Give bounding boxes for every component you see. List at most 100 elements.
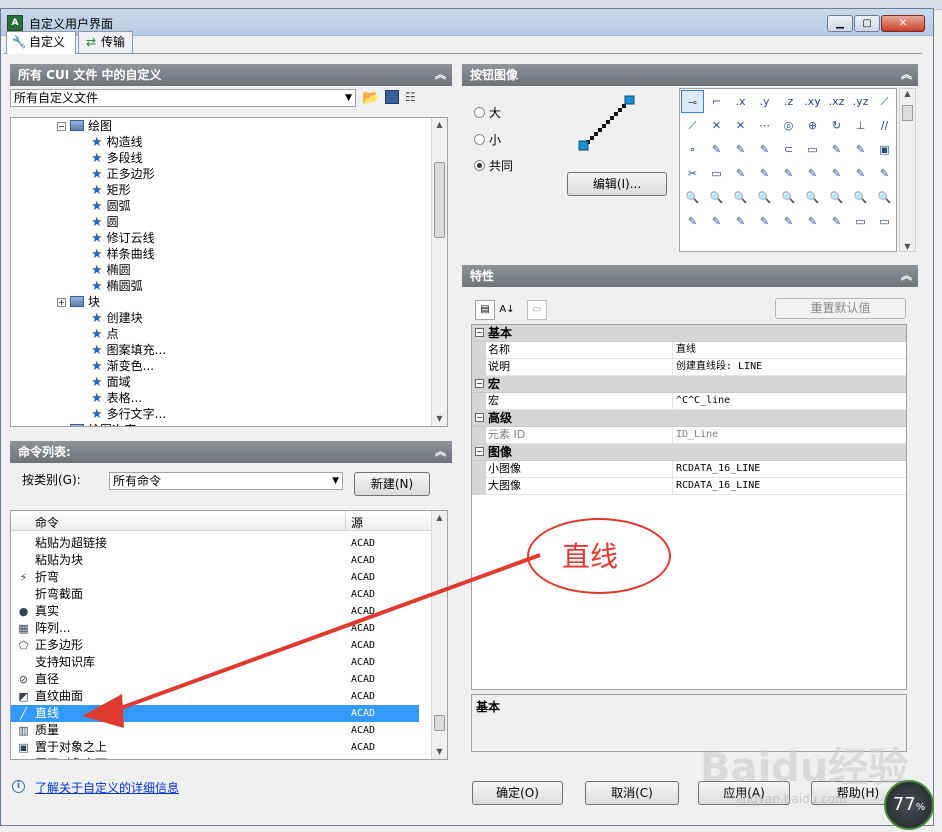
- button-image-cell[interactable]: .y: [753, 90, 776, 113]
- ok-button[interactable]: 确定(O): [472, 781, 563, 805]
- radio-both[interactable]: 共同: [474, 157, 513, 174]
- tree-item[interactable]: ★ 多行文字...: [91, 406, 166, 422]
- tree-item[interactable]: ★ 圆弧: [91, 198, 131, 214]
- tree-scrollbar[interactable]: ▲ ▼: [431, 118, 447, 426]
- categorized-icon[interactable]: ▤: [475, 300, 495, 320]
- button-image-cell[interactable]: ✎: [801, 210, 824, 233]
- tree-item[interactable]: ★ 椭圆弧: [91, 278, 143, 294]
- tree-item[interactable]: ★ 点: [91, 326, 119, 342]
- tree-item[interactable]: ★ 椭圆: [91, 262, 131, 278]
- button-image-cell[interactable]: ✎: [729, 162, 752, 185]
- tree-item[interactable]: − 绘图: [57, 118, 112, 134]
- table-row[interactable]: ▦ 阵列... ACAD: [11, 620, 419, 637]
- new-command-button[interactable]: 新建(N): [354, 472, 430, 496]
- save-icon[interactable]: [385, 90, 399, 104]
- scroll-up-icon[interactable]: ▲: [432, 118, 447, 132]
- property-category[interactable]: − 高级: [472, 410, 906, 427]
- table-row[interactable]: ● 真实 ACAD: [11, 603, 419, 620]
- sort-az-icon[interactable]: A↓: [497, 300, 517, 320]
- property-row[interactable]: 名称 直线: [472, 342, 906, 359]
- property-category[interactable]: − 基本: [472, 325, 906, 342]
- button-image-cell[interactable]: ✂: [681, 162, 704, 185]
- property-row[interactable]: 说明 创建直线段: LINE: [472, 359, 906, 376]
- property-row[interactable]: 元素 ID ID_Line: [472, 427, 906, 444]
- scroll-up-icon[interactable]: ▲: [900, 89, 915, 98]
- open-file-icon[interactable]: 📂: [362, 90, 379, 106]
- table-row[interactable]: ⊘ 直径 ACAD: [11, 671, 419, 688]
- button-image-cell[interactable]: ✎: [825, 162, 848, 185]
- button-image-cell[interactable]: 🔍: [777, 186, 800, 209]
- button-image-cell[interactable]: 🔍: [753, 186, 776, 209]
- scroll-down-icon[interactable]: ▼: [432, 412, 447, 426]
- table-row[interactable]: ◩ 直纹曲面 ACAD: [11, 688, 419, 705]
- collapse-node-icon[interactable]: −: [475, 447, 484, 456]
- table-row[interactable]: ▣置于对象之下ACAD: [11, 756, 419, 759]
- radio-small[interactable]: 小: [474, 131, 501, 148]
- button-image-cell[interactable]: .z: [777, 90, 800, 113]
- cui-panel-header[interactable]: 所有 CUI 文件 中的自定义 ︽: [10, 64, 452, 86]
- property-row[interactable]: 小图像 RCDATA_16_LINE: [472, 461, 906, 478]
- minimize-button[interactable]: ▁: [827, 15, 853, 32]
- scroll-down-icon[interactable]: ▼: [900, 242, 915, 251]
- button-image-cell[interactable]: ∕∕: [873, 114, 896, 137]
- property-category[interactable]: − 图像: [472, 444, 906, 461]
- property-category[interactable]: − 宏: [472, 376, 906, 393]
- radio-dot[interactable]: [474, 134, 485, 145]
- button-image-cell[interactable]: ✎: [849, 162, 872, 185]
- learn-more-link[interactable]: 了解关于自定义的详细信息: [35, 779, 179, 796]
- radio-dot-selected[interactable]: [474, 160, 485, 171]
- button-image-cell[interactable]: 🔍: [705, 186, 728, 209]
- button-image-cell[interactable]: ▣: [873, 138, 896, 161]
- scroll-thumb[interactable]: [434, 162, 445, 238]
- table-row[interactable]: 粘贴为块 ACAD: [11, 552, 419, 569]
- table-row[interactable]: ▥ 质量 ACAD: [11, 722, 419, 739]
- button-image-cell[interactable]: ⊸: [681, 90, 704, 113]
- button-image-cell[interactable]: 🔍: [825, 186, 848, 209]
- collapse-node-icon[interactable]: −: [475, 379, 484, 388]
- edit-button[interactable]: 编辑(I)...: [567, 172, 667, 196]
- tree-item[interactable]: ★ 圆: [91, 214, 119, 230]
- button-image-cell[interactable]: ✎: [753, 210, 776, 233]
- button-grid-scrollbar[interactable]: ▲ ▼: [899, 88, 916, 252]
- radio-dot[interactable]: [474, 107, 485, 118]
- button-image-cell[interactable]: 🔍: [873, 186, 896, 209]
- button-image-cell[interactable]: ✎: [753, 162, 776, 185]
- tree-item[interactable]: ★ 样条曲线: [91, 246, 155, 262]
- button-image-cell[interactable]: 🔍: [681, 186, 704, 209]
- scroll-thumb[interactable]: [434, 715, 445, 731]
- table-row[interactable]: 支持知识库 ACAD: [11, 654, 419, 671]
- tab-transfer[interactable]: ⇄ 传输: [78, 31, 133, 53]
- button-image-cell[interactable]: ✎: [825, 210, 848, 233]
- button-image-cell[interactable]: ◎: [777, 114, 800, 137]
- button-image-cell[interactable]: ✎: [729, 210, 752, 233]
- table-row[interactable]: 粘贴为超链接 ACAD: [11, 535, 419, 552]
- button-image-cell[interactable]: ✎: [873, 162, 896, 185]
- expand-node-icon[interactable]: +: [57, 298, 66, 307]
- property-pages-icon[interactable]: ▭: [527, 300, 547, 320]
- button-image-cell[interactable]: ✎: [801, 162, 824, 185]
- button-image-cell[interactable]: ✎: [777, 210, 800, 233]
- collapse-icon[interactable]: ︽: [901, 265, 912, 287]
- tree-item[interactable]: ★ 渐变色...: [91, 358, 154, 374]
- properties-header[interactable]: 特性 ︽: [462, 265, 918, 287]
- cancel-button[interactable]: 取消(C): [585, 781, 679, 805]
- button-image-cell[interactable]: ∘: [681, 138, 704, 161]
- table-row[interactable]: 折弯截面 ACAD: [11, 586, 419, 603]
- scroll-up-icon[interactable]: ▲: [432, 511, 447, 525]
- collapse-node-icon[interactable]: −: [57, 122, 66, 131]
- button-image-cell[interactable]: ⊂: [777, 138, 800, 161]
- button-image-cell[interactable]: ✎: [777, 162, 800, 185]
- button-image-cell[interactable]: ✎: [681, 210, 704, 233]
- button-image-cell[interactable]: ⊥: [849, 114, 872, 137]
- expand-node-icon[interactable]: +: [57, 426, 66, 427]
- button-image-cell[interactable]: .x: [729, 90, 752, 113]
- button-image-cell[interactable]: ✎: [729, 138, 752, 161]
- property-grid[interactable]: − 基本 名称 直线 说明 创建直线段: LINE − 宏宏 ^C^C_line − 高级 元素 ID…: [471, 324, 907, 690]
- scroll-down-icon[interactable]: ▼: [432, 745, 447, 759]
- category-select[interactable]: 所有命令 ▼: [109, 472, 343, 490]
- button-image-cell[interactable]: ▭: [849, 210, 872, 233]
- tab-customize[interactable]: 🔧 自定义: [6, 31, 76, 54]
- table-row[interactable]: ▣ 置于对象之上 ACAD: [11, 739, 419, 756]
- collapse-icon[interactable]: ︽: [435, 64, 446, 86]
- button-image-cell[interactable]: ✕: [705, 114, 728, 137]
